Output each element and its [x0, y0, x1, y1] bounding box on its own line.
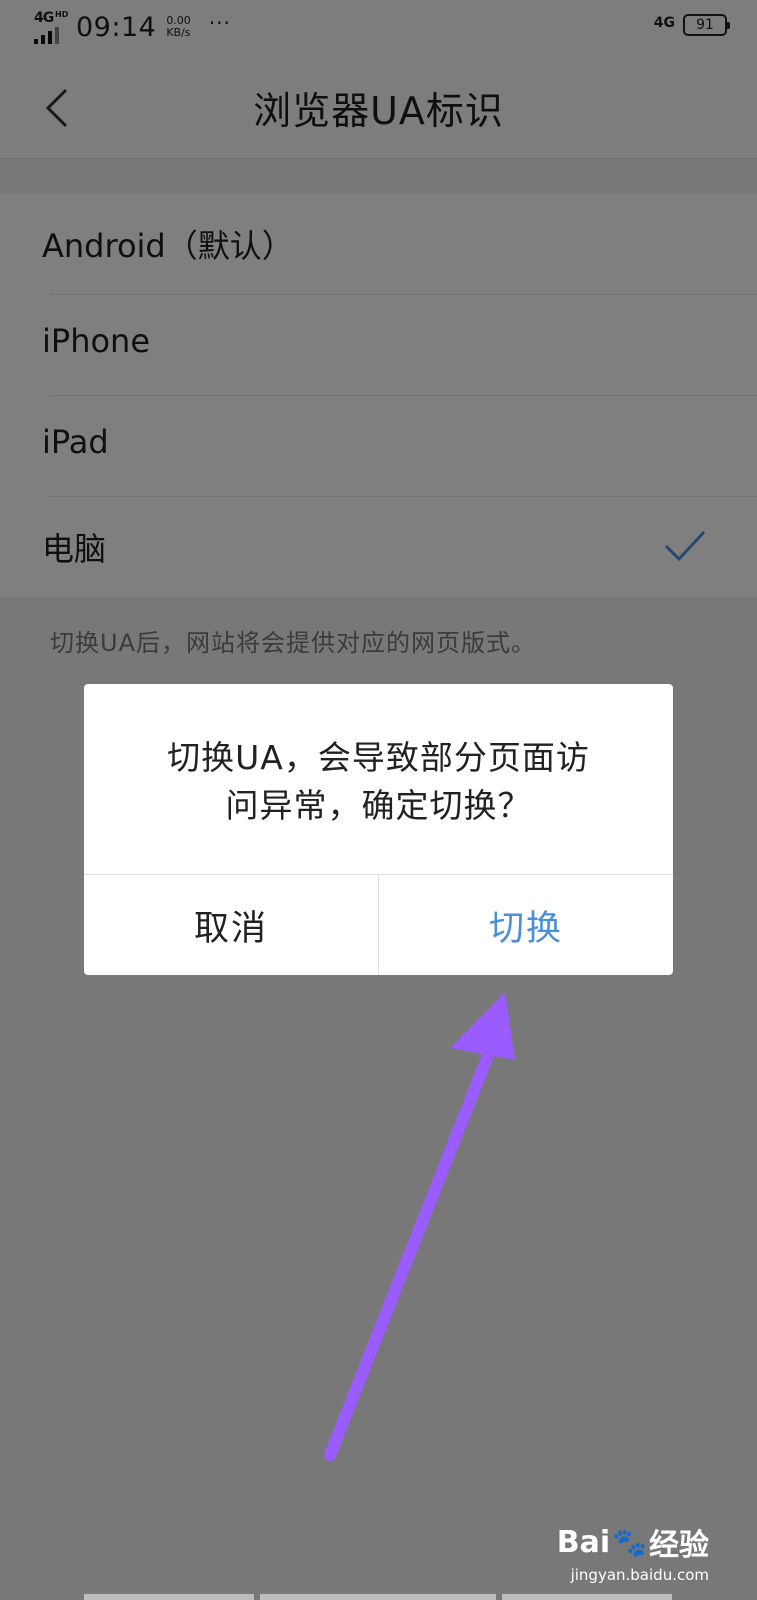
watermark-url: jingyan.baidu.com: [570, 1566, 709, 1584]
dialog-message: 切换UA，会导致部分页面访 问异常，确定切换？: [84, 734, 673, 830]
switch-button[interactable]: 切换: [379, 875, 673, 975]
cancel-button[interactable]: 取消: [84, 875, 379, 975]
paw-icon: 🐾: [612, 1525, 647, 1559]
watermark-brand-right: 经验: [649, 1528, 709, 1563]
confirm-dialog: 切换UA，会导致部分页面访 问异常，确定切换？ 取消 切换: [84, 684, 673, 975]
baidu-jingyan-watermark: Bai 🐾 经验 jingyan.baidu.com: [557, 1520, 709, 1585]
annotation-arrow-icon: [324, 992, 515, 1461]
dialog-message-line2: 问异常，确定切换？: [225, 786, 532, 825]
bottom-edge-bars: [0, 1592, 757, 1600]
watermark-logo: Bai 🐾 经验: [557, 1520, 709, 1564]
watermark-brand-left: Bai: [556, 1524, 611, 1560]
dialog-actions: 取消 切换: [84, 874, 673, 975]
dialog-message-line1: 切换UA，会导致部分页面访: [167, 738, 590, 777]
